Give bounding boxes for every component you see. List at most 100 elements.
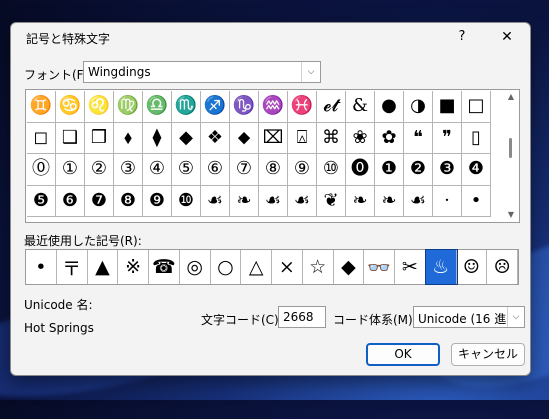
symbol-cell[interactable]: ⬧: [114, 122, 143, 154]
symbol-cell[interactable]: ③: [114, 154, 143, 186]
recent-symbol-cell[interactable]: 👓: [364, 250, 395, 284]
symbol-cell[interactable]: ⬥: [230, 122, 259, 154]
symbol-cell[interactable]: ♒: [259, 91, 288, 123]
symbol-cell[interactable]: ❺: [27, 185, 56, 217]
symbol-cell[interactable]: ❧: [230, 185, 259, 217]
recent-symbol-cell[interactable]: △: [241, 250, 272, 284]
recent-symbol-cell[interactable]: ☎: [149, 250, 180, 284]
symbol-cell[interactable]: ♓: [288, 91, 317, 123]
recent-symbol-cell[interactable]: 〒: [57, 250, 88, 284]
symbol-cell[interactable]: ❧: [346, 185, 375, 217]
code-system-select[interactable]: Unicode (16 進) ⌵: [413, 306, 525, 328]
symbol-cell[interactable]: ❦: [317, 185, 346, 217]
symbol-cell[interactable]: ❝: [404, 122, 433, 154]
symbol-cell[interactable]: ◻: [27, 122, 56, 154]
symbol-cell[interactable]: •: [462, 185, 491, 217]
symbol-cell[interactable]: ♍: [114, 91, 143, 123]
symbol-cell[interactable]: ⓪: [27, 154, 56, 186]
symbol-cell[interactable]: ❾: [143, 185, 172, 217]
recent-symbol-cell[interactable]: ※: [118, 250, 149, 284]
symbol-cell[interactable]: ④: [143, 154, 172, 186]
symbol-cell[interactable]: ☙: [201, 185, 230, 217]
symbol-cell[interactable]: ⍓: [288, 122, 317, 154]
recent-symbol-cell[interactable]: •: [26, 250, 57, 284]
symbol-cell[interactable]: 𝓮𝓽: [317, 91, 346, 123]
symbol-cell[interactable]: ⑨: [288, 154, 317, 186]
symbol-cell[interactable]: ◑: [404, 91, 433, 123]
recent-symbol-cell[interactable]: ◎: [180, 250, 211, 284]
symbol-cell[interactable]: ✿: [375, 122, 404, 154]
unicode-name-label: Unicode 名:: [24, 298, 93, 312]
symbol-cell[interactable]: ❶: [375, 154, 404, 186]
symbol-cell[interactable]: ②: [85, 154, 114, 186]
recent-symbol-cell[interactable]: ☺: [457, 250, 488, 284]
cancel-button[interactable]: キャンセル: [451, 343, 525, 366]
recent-symbol-cell[interactable]: ▲: [88, 250, 119, 284]
symbol-cell[interactable]: ❼: [85, 185, 114, 217]
scroll-down-arrow-icon[interactable]: ▼: [503, 208, 519, 222]
symbol-grid: ♊ ♋ ♌ ♍ ♎ ♏ ♐ ♑ ♒ ♓ 𝓮𝓽 & ● ◑ ■ □ ◻ ❑ ❒ ⬧ ⧫ ◆ ❖ ⬥ ⌧ ⍓ ⌘ ❀ ✿ ❝ ❞ ▯ ⓪ ① ② ③ ④ ⑤ ⑥…: [27, 91, 491, 217]
chevron-down-icon[interactable]: ⌵: [507, 307, 524, 327]
symbol-cell[interactable]: ❽: [114, 185, 143, 217]
close-button[interactable]: ✕: [495, 27, 519, 47]
chevron-down-icon[interactable]: ⌵: [301, 62, 320, 82]
help-button[interactable]: ?: [452, 27, 472, 47]
symbol-cell[interactable]: □: [462, 91, 491, 123]
symbol-cell[interactable]: ⓿: [346, 154, 375, 186]
recent-symbol-cell[interactable]: ✂: [395, 250, 426, 284]
symbol-cell[interactable]: ⑧: [259, 154, 288, 186]
symbol-cell[interactable]: ❹: [462, 154, 491, 186]
recent-symbols-row: • 〒 ▲ ※ ☎ ◎ ○ △ × ☆ ◆ 👓 ✂ ♨ ☺ ☹: [25, 249, 519, 285]
symbol-cell[interactable]: ♏: [172, 91, 201, 123]
symbol-cell[interactable]: ❻: [56, 185, 85, 217]
symbol-cell[interactable]: ❖: [201, 122, 230, 154]
symbol-cell[interactable]: ■: [433, 91, 462, 123]
symbol-cell[interactable]: ·: [433, 185, 462, 217]
symbol-cell[interactable]: ❒: [85, 122, 114, 154]
char-code-label: 文字コード(C):: [201, 313, 283, 327]
symbol-cell[interactable]: ❧: [375, 185, 404, 217]
symbol-cell[interactable]: ♌: [85, 91, 114, 123]
ok-button[interactable]: OK: [366, 343, 440, 366]
scroll-up-arrow-icon[interactable]: ▲: [503, 90, 519, 104]
symbol-cell[interactable]: ❞: [433, 122, 462, 154]
symbol-cell[interactable]: ❷: [404, 154, 433, 186]
symbol-cell[interactable]: ❸: [433, 154, 462, 186]
recent-symbol-cell[interactable]: ☹: [487, 250, 518, 284]
symbol-cell[interactable]: ❿: [172, 185, 201, 217]
char-code-input[interactable]: 2668: [278, 306, 326, 328]
recent-symbol-cell[interactable]: ○: [211, 250, 242, 284]
symbol-cell[interactable]: ♐: [201, 91, 230, 123]
symbol-cell[interactable]: ⌘: [317, 122, 346, 154]
symbol-cell[interactable]: ☙: [288, 185, 317, 217]
symbol-cell[interactable]: ⧫: [143, 122, 172, 154]
symbol-cell[interactable]: ⑤: [172, 154, 201, 186]
recent-symbol-cell[interactable]: ×: [272, 250, 303, 284]
symbol-cell[interactable]: ☙: [259, 185, 288, 217]
unicode-name-value: Hot Springs: [24, 321, 94, 335]
symbol-cell[interactable]: ♋: [56, 91, 85, 123]
code-system-label: コード体系(M):: [333, 313, 417, 327]
recent-symbol-cell[interactable]: ◆: [334, 250, 365, 284]
symbol-cell[interactable]: ⑩: [317, 154, 346, 186]
symbol-cell[interactable]: ♎: [143, 91, 172, 123]
recent-symbol-cell[interactable]: ♨: [424, 249, 458, 285]
symbol-cell[interactable]: ▯: [462, 122, 491, 154]
recent-symbol-cell[interactable]: ☆: [303, 250, 334, 284]
symbol-cell[interactable]: ⑥: [201, 154, 230, 186]
symbol-cell[interactable]: ❑: [56, 122, 85, 154]
symbol-cell[interactable]: ❀: [346, 122, 375, 154]
symbol-cell[interactable]: ⑦: [230, 154, 259, 186]
symbol-cell[interactable]: ♑: [230, 91, 259, 123]
symbol-cell[interactable]: ◆: [172, 122, 201, 154]
symbol-cell[interactable]: &: [346, 91, 375, 123]
symbol-cell[interactable]: ☙: [404, 185, 433, 217]
code-system-value: Unicode (16 進): [418, 312, 511, 326]
symbol-cell[interactable]: ⌧: [259, 122, 288, 154]
symbol-cell[interactable]: ♊: [27, 91, 56, 123]
symbol-cell[interactable]: ①: [56, 154, 85, 186]
scroll-thumb[interactable]: [509, 138, 512, 158]
grid-scrollbar[interactable]: ▲ ▼: [503, 90, 519, 222]
symbol-cell[interactable]: ●: [375, 91, 404, 123]
font-select[interactable]: Wingdings ⌵: [83, 61, 321, 83]
